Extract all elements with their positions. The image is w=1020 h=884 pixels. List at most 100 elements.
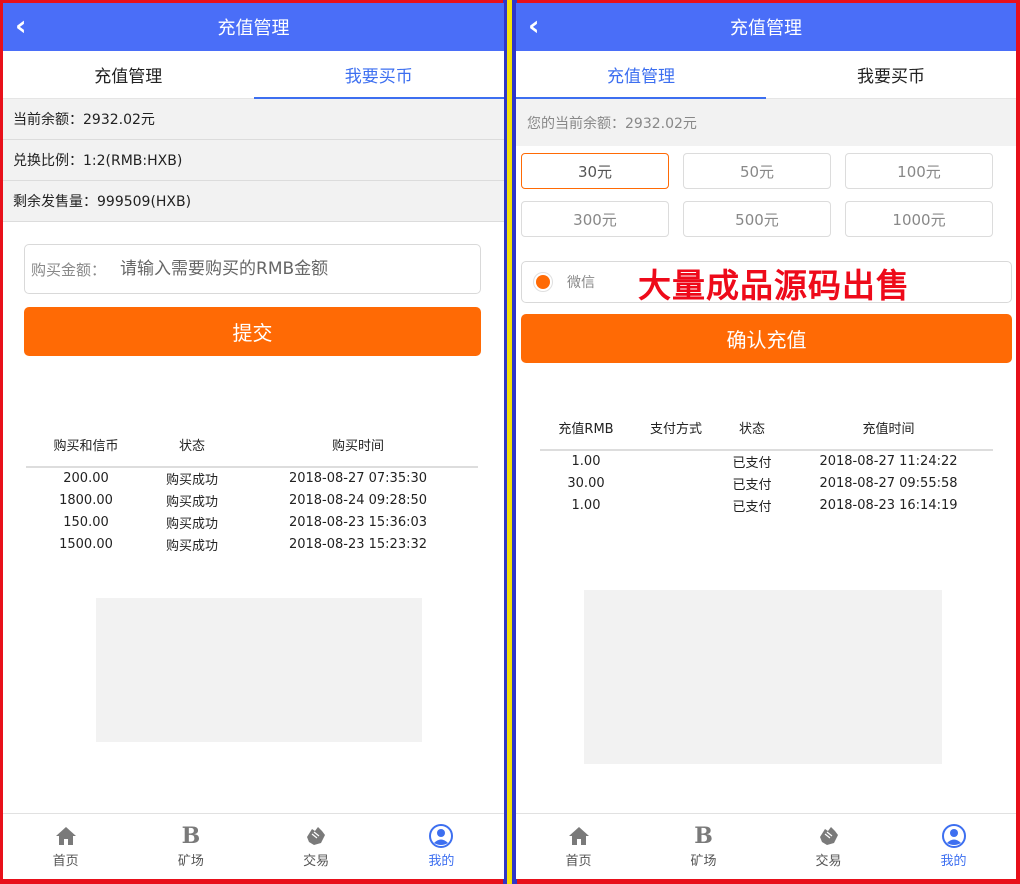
purchase-amount-input[interactable] [120,259,480,279]
table-cell: 30.00 [567,475,605,491]
purchase-amount-label: 购买金额： [31,260,107,279]
b-letter-icon: B [181,823,201,849]
table-row: 200.00 购买成功 2018-08-27 07:35:30 [26,467,478,489]
empty-placeholder-box [96,598,422,742]
table-cell: 200.00 [63,471,109,486]
amount-options: 30元 50元 100元 300元 500元 1000元 [521,153,993,237]
home-icon [568,824,590,848]
purchase-amount-field: 购买金额： [24,244,481,294]
table-cell: 1800.00 [59,492,113,508]
submit-button[interactable]: 提交 [24,307,481,356]
nav-trade[interactable]: 交易 [254,814,379,879]
nav-mine-field[interactable]: B 矿场 [641,814,766,879]
back-chevron-icon[interactable]: ‹ [15,12,27,40]
nav-home[interactable]: 首页 [516,814,641,879]
wechat-radio[interactable] [533,272,553,292]
table-cell: 已支付 [732,477,772,493]
table-cell: 已支付 [732,499,772,515]
amount-option[interactable]: 100元 [845,153,993,189]
tab-bar: 充值管理 我要买币 [3,51,504,99]
handshake-icon [817,824,841,848]
column-header: 状态 [720,406,784,451]
amount-option[interactable]: 30元 [521,153,669,189]
confirm-recharge-button[interactable]: 确认充值 [521,314,1012,363]
table-cell: 2018-08-27 07:35:30 [288,471,428,486]
amount-option[interactable]: 500元 [683,201,831,237]
table-cell: 2018-08-24 09:28:50 [288,492,428,508]
nav-label: 矿场 [690,854,717,869]
table-cell: 购买成功 [165,516,218,532]
table-cell: 2018-08-27 09:55:58 [819,475,958,491]
tab-bar: 充值管理 我要买币 [516,51,1016,99]
column-header: 购买和信币 [26,423,146,468]
recharge-records-table: 充值RMB 支付方式 状态 充值时间 1.00 已支付 2018-08-27 1… [540,406,993,516]
nav-mine[interactable]: 我的 [891,814,1016,879]
divider-yellow [507,0,512,884]
table-cell: 已支付 [732,456,772,471]
nav-label: 矿场 [177,854,204,869]
balance-row: 当前余额：2932.02元 [3,99,504,140]
table-cell: 1.00 [571,454,601,469]
home-icon [55,824,77,848]
table-cell: 2018-08-23 15:23:32 [288,536,428,552]
column-header: 充值时间 [784,406,993,451]
amount-option[interactable]: 300元 [521,201,669,237]
table-cell: 购买成功 [165,538,218,554]
nav-home[interactable]: 首页 [3,814,128,879]
table-cell: 购买成功 [165,473,218,488]
user-circle-icon [941,824,966,848]
b-letter-icon: B [694,823,713,849]
right-screen: ‹ 充值管理 充值管理 我要买币 您的当前余额：2932.02元 30元 50元… [516,3,1016,879]
left-screen: ‹ 充值管理 充值管理 我要买币 当前余额：2932.02元 兑换比例：1:2(… [3,3,504,879]
table-cell: 1500.00 [59,536,113,552]
radio-dot [536,275,550,289]
balance-row: 您的当前余额：2932.02元 [516,99,1016,146]
header: ‹ 充值管理 [516,3,1016,51]
back-chevron-icon[interactable]: ‹ [528,12,540,40]
table-cell: 150.00 [63,514,109,530]
tab-buy-coins[interactable]: 我要买币 [253,51,505,99]
nav-label: 交易 [303,854,330,869]
header: ‹ 充值管理 [3,3,504,51]
column-header: 支付方式 [632,406,720,451]
table-cell: 2018-08-23 16:14:19 [819,497,958,513]
table-row: 1.00 已支付 2018-08-23 16:14:19 [540,494,993,516]
empty-placeholder-box [584,590,942,764]
nav-mine-field[interactable]: B 矿场 [128,814,253,879]
tab-recharge-management[interactable]: 充值管理 [516,51,766,99]
page-title: 充值管理 [730,18,802,39]
handshake-icon [304,824,328,848]
table-cell [632,472,720,494]
nav-label: 首页 [52,854,79,869]
table-row: 1500.00 购买成功 2018-08-23 15:23:32 [26,533,478,555]
user-circle-icon [429,824,454,848]
table-row: 1.00 已支付 2018-08-27 11:24:22 [540,450,993,472]
amount-option[interactable]: 50元 [683,153,831,189]
tab-buy-coins[interactable]: 我要买币 [766,51,1016,98]
table-header-row: 购买和信币 状态 购买时间 [26,423,478,468]
page-title: 充值管理 [217,18,290,39]
tab-recharge-management[interactable]: 充值管理 [3,51,254,98]
nav-label: 我的 [940,854,967,869]
table-cell: 购买成功 [165,494,218,510]
table-row: 1800.00 购买成功 2018-08-24 09:28:50 [26,489,478,511]
table-header-row: 充值RMB 支付方式 状态 充值时间 [540,406,993,451]
table-cell: 2018-08-27 11:24:22 [819,454,958,469]
table-cell [632,494,720,516]
exchange-ratio-row: 兑换比例：1:2(RMB:HXB) [3,140,504,181]
bottom-nav: 首页 B 矿场 交易 我的 [3,813,504,879]
nav-mine[interactable]: 我的 [379,814,504,879]
payment-label: 微信 [567,275,595,291]
table-row: 30.00 已支付 2018-08-27 09:55:58 [540,472,993,494]
promo-text: 大量成品源码出售 [638,266,910,305]
table-cell: 2018-08-23 15:36:03 [288,514,428,530]
column-header: 充值RMB [540,406,632,451]
table-cell [632,450,720,472]
nav-label: 首页 [565,854,592,869]
nav-label: 交易 [815,854,842,869]
amount-option[interactable]: 1000元 [845,201,993,237]
table-cell: 1.00 [571,497,601,513]
nav-label: 我的 [428,854,455,869]
nav-trade[interactable]: 交易 [766,814,891,879]
column-header: 状态 [146,423,238,468]
